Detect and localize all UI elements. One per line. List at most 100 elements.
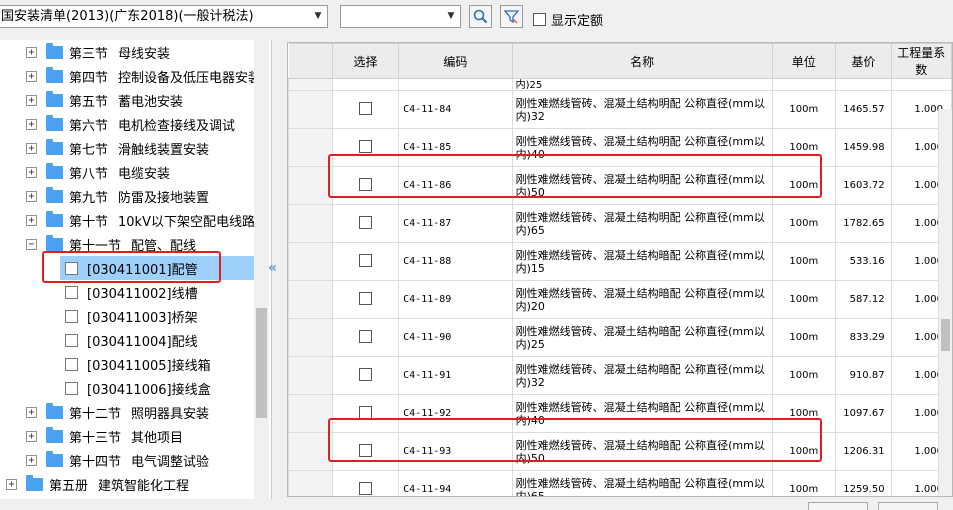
- code-cell: C4-11-90: [398, 318, 513, 357]
- tree-subitem[interactable]: [030411005]接线箱: [60, 352, 254, 376]
- tree-subitem[interactable]: [030411006]接线盒: [60, 376, 254, 400]
- header-code[interactable]: 编码: [398, 43, 513, 79]
- tree-section-4[interactable]: + 第七节 滑触线装置安装: [26, 136, 209, 160]
- tree-section-3[interactable]: + 第六节 电机检查接线及调试: [26, 112, 235, 136]
- select-cell[interactable]: [331, 90, 400, 129]
- table-row[interactable]: C4-11-91 刚性难燃线管砖、混凝土结构暗配 公称直径(mm以 内)32 100m…: [288, 356, 952, 395]
- highlight-box-row-86: [328, 154, 822, 198]
- header-unit[interactable]: 单位: [771, 43, 837, 79]
- tree-section-title: 电机检查接线及调试: [118, 118, 236, 134]
- show-quota-checkbox[interactable]: [533, 13, 546, 26]
- select-cell[interactable]: [331, 280, 400, 319]
- row-select-checkbox[interactable]: [359, 101, 373, 115]
- folder-icon: [46, 162, 63, 179]
- tree-section-title: 滑触线装置安装: [118, 142, 210, 158]
- confirm-button[interactable]: [808, 502, 868, 510]
- table-row[interactable]: C4-11-84 刚性难燃线管砖、混凝土结构明配 公称直径(mm以 内)32 100m…: [288, 90, 952, 129]
- header-select[interactable]: 选择: [331, 43, 400, 79]
- row-number-cell: [288, 394, 333, 433]
- name-cell: 刚性难燃线管砖、混凝土结构明配 公称直径(mm以 内)65: [511, 204, 773, 243]
- table-row-partial[interactable]: 内)25: [288, 78, 952, 91]
- table-row[interactable]: C4-11-89 刚性难燃线管砖、混凝土结构暗配 公称直径(mm以 内)20 100m…: [288, 280, 952, 319]
- header-price[interactable]: 基价: [835, 43, 892, 79]
- expand-icon[interactable]: +: [26, 46, 37, 58]
- table-scrollbar-thumb[interactable]: [941, 319, 950, 351]
- code-cell: C4-11-84: [398, 90, 513, 129]
- expand-icon[interactable]: +: [26, 406, 37, 418]
- tree-scrollbar[interactable]: [254, 40, 269, 500]
- table-row[interactable]: C4-11-88 刚性难燃线管砖、混凝土结构暗配 公称直径(mm以 内)15 100m…: [288, 242, 952, 281]
- row-select-checkbox[interactable]: [359, 329, 373, 343]
- expand-icon[interactable]: +: [6, 478, 17, 490]
- table-scrollbar[interactable]: [938, 109, 952, 496]
- tree-section-7[interactable]: + 第十节 10kV以下架空配电线路: [26, 208, 255, 232]
- tree-subitem[interactable]: [030411004]配线: [60, 328, 254, 352]
- row-select-checkbox[interactable]: [359, 253, 373, 267]
- expand-icon[interactable]: +: [26, 214, 37, 226]
- expand-icon[interactable]: +: [26, 454, 37, 466]
- expand-icon[interactable]: +: [26, 94, 37, 106]
- header-name[interactable]: 名称: [511, 43, 773, 79]
- tree-section-title: 建筑智能化工程: [98, 478, 190, 494]
- show-quota-toggle[interactable]: 显示定额: [533, 10, 603, 29]
- row-number-cell: [288, 432, 333, 471]
- select-cell[interactable]: [331, 204, 400, 243]
- name-cell: 刚性难燃线管砖、混凝土结构明配 公称直径(mm以 内)32: [511, 90, 773, 129]
- name-line-1: 刚性难燃线管砖、混凝土结构明配 公称直径(mm以: [515, 96, 765, 110]
- folder-icon: [46, 186, 63, 203]
- search-button[interactable]: [469, 5, 492, 28]
- tree-section-6[interactable]: + 第九节 防雷及接地装置: [26, 184, 209, 208]
- tree-subitem[interactable]: [030411003]桥架: [60, 304, 254, 328]
- tree-subitem[interactable]: [030411002]线槽: [60, 280, 254, 304]
- row-number-cell: [288, 204, 333, 243]
- row-select-checkbox[interactable]: [359, 481, 373, 495]
- table-row[interactable]: C4-11-94 刚性难燃线管砖、混凝土结构暗配 公称直径(mm以 内)65 100m…: [288, 470, 952, 496]
- cancel-button[interactable]: [878, 502, 938, 510]
- table-row[interactable]: C4-11-90 刚性难燃线管砖、混凝土结构暗配 公称直径(mm以 内)25 100m…: [288, 318, 952, 357]
- tree-section-volume[interactable]: + 第五册 建筑智能化工程: [6, 472, 189, 496]
- subitem-checkbox[interactable]: [65, 381, 78, 395]
- row-select-checkbox[interactable]: [359, 215, 373, 229]
- filter-button[interactable]: [500, 5, 523, 28]
- select-cell[interactable]: [331, 242, 400, 281]
- collapse-icon[interactable]: −: [26, 238, 37, 250]
- search-input[interactable]: ▼: [340, 5, 461, 28]
- tree-section-0[interactable]: + 第三节 母线安装: [26, 40, 170, 64]
- row-select-checkbox[interactable]: [359, 139, 373, 153]
- expand-icon[interactable]: +: [26, 142, 37, 154]
- subitem-label: [030411004]配线: [87, 334, 198, 350]
- header-coef[interactable]: 工程量系数: [890, 43, 952, 79]
- row-select-checkbox[interactable]: [359, 367, 373, 381]
- expand-icon[interactable]: +: [26, 118, 37, 130]
- folder-icon: [46, 450, 63, 467]
- row-select-checkbox[interactable]: [359, 405, 373, 419]
- table-row[interactable]: C4-11-87 刚性难燃线管砖、混凝土结构明配 公称直径(mm以 内)65 100m…: [288, 204, 952, 243]
- tree-section-after-0[interactable]: + 第十二节 照明器具安装: [26, 400, 209, 424]
- library-select[interactable]: 国安装清单(2013)(广东2018)(一般计税法) ▼: [0, 5, 328, 28]
- row-select-checkbox[interactable]: [359, 291, 373, 305]
- tree-section-after-2[interactable]: + 第十四节 电气调整试验: [26, 448, 209, 472]
- tree-section-title: 防雷及接地装置: [118, 190, 210, 206]
- expand-icon[interactable]: +: [26, 190, 37, 202]
- select-cell[interactable]: [331, 318, 400, 357]
- price-cell: 587.12: [835, 280, 892, 319]
- expand-icon[interactable]: +: [26, 166, 37, 178]
- subitem-checkbox[interactable]: [65, 309, 78, 323]
- tree-section-2[interactable]: + 第五节 蓄电池安装: [26, 88, 183, 112]
- expand-icon[interactable]: +: [26, 430, 37, 442]
- tree-section-5[interactable]: + 第八节 电缆安装: [26, 160, 170, 184]
- collapse-panel-icon[interactable]: «: [268, 260, 282, 280]
- name-line-2: 内)25: [515, 337, 545, 351]
- select-cell[interactable]: [331, 78, 400, 91]
- name-line-1: 刚性难燃线管砖、混凝土结构明配 公称直径(mm以: [515, 210, 765, 224]
- subitem-checkbox[interactable]: [65, 333, 78, 347]
- tree-section-after-1[interactable]: + 第十三节 其他项目: [26, 424, 183, 448]
- tree-section-1[interactable]: + 第四节 控制设备及低压电器安装: [26, 64, 261, 88]
- subitem-checkbox[interactable]: [65, 357, 78, 371]
- subitem-checkbox[interactable]: [65, 285, 78, 299]
- select-cell[interactable]: [331, 356, 400, 395]
- tree-scrollbar-thumb[interactable]: [256, 308, 267, 418]
- select-cell[interactable]: [331, 470, 400, 496]
- unit-cell: [771, 78, 837, 91]
- expand-icon[interactable]: +: [26, 70, 37, 82]
